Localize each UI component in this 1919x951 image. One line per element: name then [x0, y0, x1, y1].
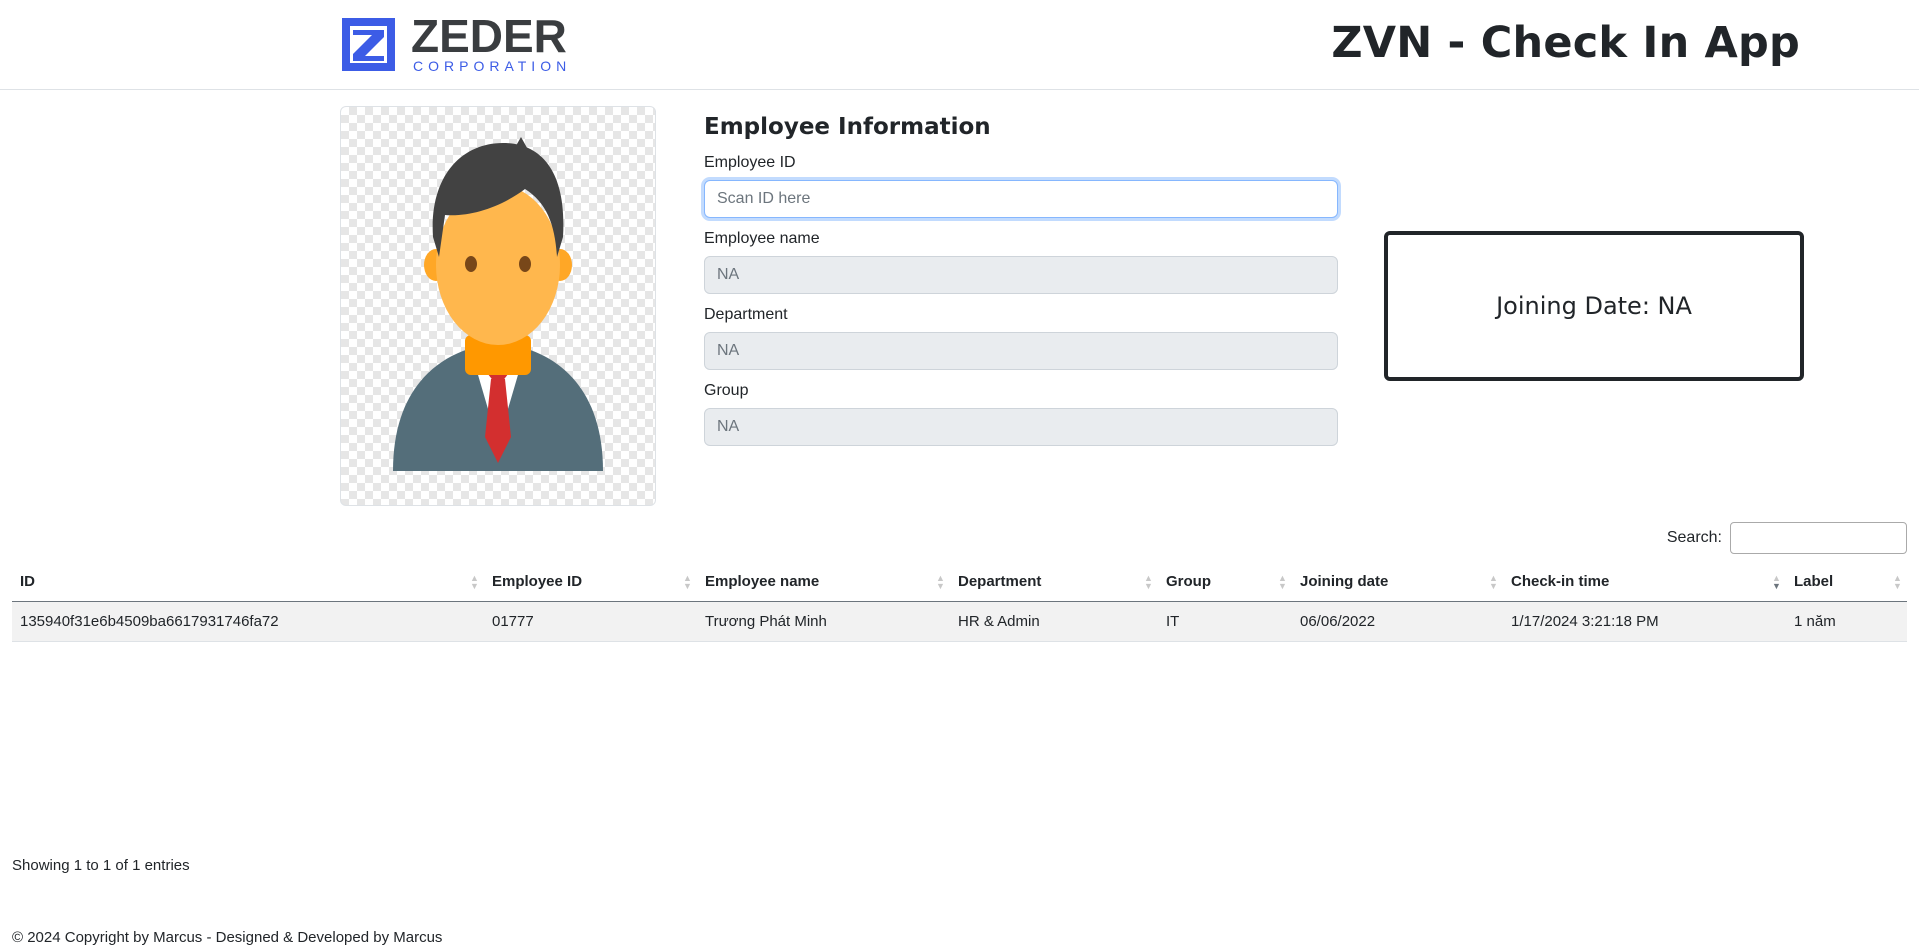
table-search: Search:: [1667, 522, 1907, 554]
column-header-department[interactable]: Department ▲ ▼: [950, 562, 1158, 602]
app-header: ZEDER CORPORATION ZVN - Check In App: [0, 0, 1919, 90]
column-header-label[interactable]: Label ▲ ▼: [1786, 562, 1907, 602]
employee-id-input[interactable]: [704, 180, 1338, 218]
department-label: Department: [704, 306, 788, 323]
column-header-label: Employee ID: [492, 573, 583, 590]
employee-id-group: Employee ID: [704, 154, 1338, 218]
column-header-label: Department: [958, 573, 1042, 590]
department-field: [704, 332, 1338, 370]
department-group: Department: [704, 306, 1338, 370]
cell-group: IT: [1158, 601, 1292, 642]
cell-joining-date: 06/06/2022: [1292, 601, 1503, 642]
group-label: Group: [704, 382, 749, 399]
employee-name-label: Employee name: [704, 230, 820, 247]
sort-icon: ▲ ▼: [683, 572, 692, 591]
column-header-label: Employee name: [705, 573, 820, 590]
brand-name: ZEDER: [411, 14, 567, 62]
employee-id-label: Employee ID: [704, 154, 796, 171]
checkin-table: ID ▲ ▼ Employee ID ▲ ▼ Employee name ▲ ▼ Depar…: [12, 562, 1907, 642]
column-header-label: Joining date: [1300, 573, 1389, 590]
footer-copyright: © 2024 Copyright by Marcus - Designed & …: [12, 929, 443, 946]
form-title: Employee Information: [704, 114, 991, 140]
column-header-employee-name[interactable]: Employee name ▲ ▼: [697, 562, 950, 602]
cell-label: 1 năm: [1786, 601, 1907, 642]
cell-employee-name: Trương Phát Minh: [697, 601, 950, 642]
employee-name-field: [704, 256, 1338, 294]
column-header-group[interactable]: Group ▲ ▼: [1158, 562, 1292, 602]
sort-desc-icon: ▲ ▼: [1772, 572, 1781, 591]
search-label: Search:: [1666, 529, 1722, 546]
joining-date-text: Joining Date: NA: [1496, 292, 1692, 320]
column-header-label: Label: [1794, 573, 1834, 590]
column-header-id[interactable]: ID ▲ ▼: [12, 562, 484, 602]
search-input[interactable]: [1730, 522, 1907, 554]
employee-avatar-icon: [393, 137, 603, 471]
cell-id: 135940f31e6b4509ba6617931746fa72: [12, 601, 484, 642]
sort-icon: ▲ ▼: [936, 572, 945, 591]
group-field: [704, 408, 1338, 446]
employee-info-form: Employee Information Employee ID Employe…: [704, 110, 1338, 458]
table-row[interactable]: 135940f31e6b4509ba6617931746fa72 01777 T…: [12, 601, 1907, 642]
column-header-label: Check-in time: [1511, 573, 1610, 590]
column-header-checkin-time[interactable]: Check-in time ▲ ▼: [1503, 562, 1786, 602]
sort-icon: ▲ ▼: [1278, 572, 1287, 591]
sort-icon: ▲ ▼: [1144, 572, 1153, 591]
sort-icon: ▲ ▼: [1489, 572, 1498, 591]
sort-icon: ▲ ▼: [470, 572, 479, 591]
sort-icon: ▲ ▼: [1893, 572, 1902, 591]
column-header-joining-date[interactable]: Joining date ▲ ▼: [1292, 562, 1503, 602]
app-title: ZVN - Check In App: [1331, 18, 1800, 68]
group-group: Group: [704, 382, 1338, 446]
employee-photo: [340, 106, 656, 506]
column-header-employee-id[interactable]: Employee ID ▲ ▼: [484, 562, 697, 602]
column-header-label: ID: [20, 573, 35, 590]
table-info: Showing 1 to 1 of 1 entries: [12, 857, 190, 874]
joining-date-box: Joining Date: NA: [1384, 231, 1804, 381]
employee-name-group: Employee name: [704, 230, 1338, 294]
cell-checkin-time: 1/17/2024 3:21:18 PM: [1503, 601, 1786, 642]
zeder-logo: ZEDER CORPORATION: [339, 14, 619, 74]
column-header-label: Group: [1166, 573, 1211, 590]
cell-employee-id: 01777: [484, 601, 697, 642]
cell-department: HR & Admin: [950, 601, 1158, 642]
table-header-row: ID ▲ ▼ Employee ID ▲ ▼ Employee name ▲ ▼ Depar…: [12, 562, 1907, 602]
brand-subtitle: CORPORATION: [413, 58, 571, 74]
